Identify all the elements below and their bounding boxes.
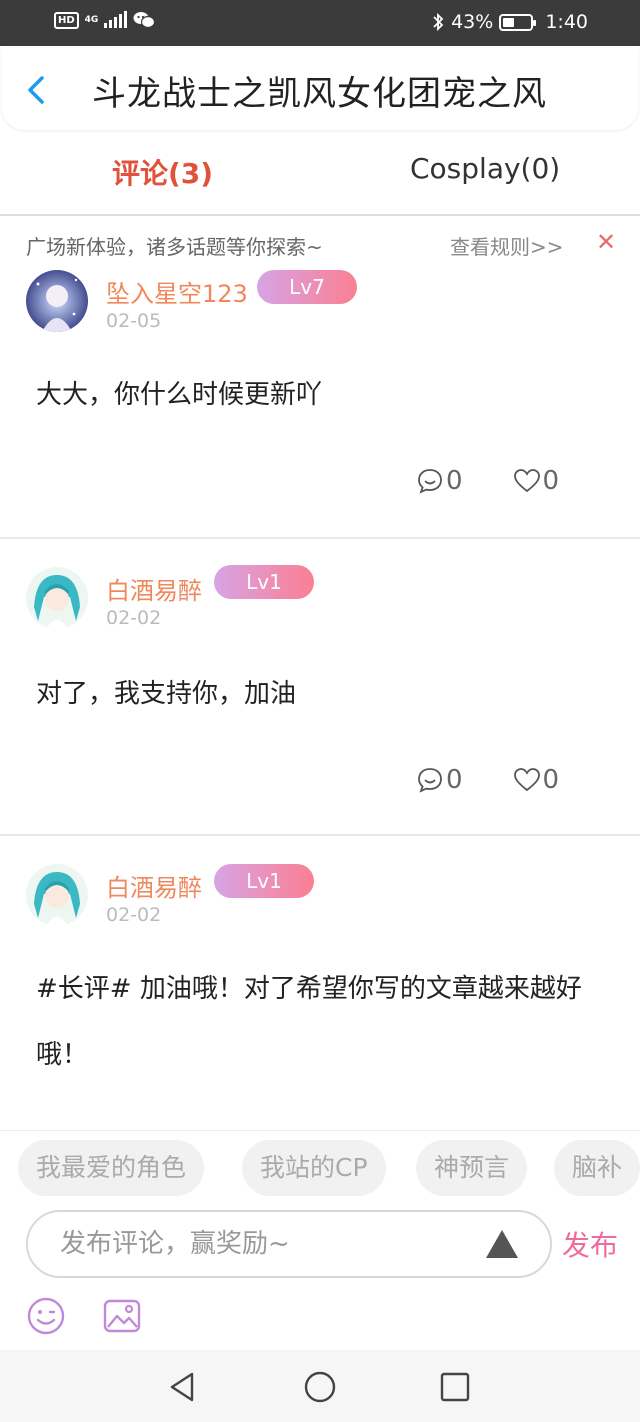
wechat-icon: [133, 11, 156, 29]
battery-percent: 43%: [451, 11, 494, 33]
comment-actions: 0 0: [416, 466, 559, 496]
comment-item: 白酒易醉 Lv1 02-02 #长评# 加油哦！对了希望你写的文章越来越好哦！: [0, 836, 640, 1130]
level-badge: Lv7: [257, 270, 357, 304]
heart-icon: [513, 768, 540, 792]
quick-tag[interactable]: 脑补: [554, 1140, 640, 1196]
reply-count: 0: [446, 466, 463, 496]
username[interactable]: 白酒易醉: [106, 571, 202, 606]
signal-icon: 4G: [84, 14, 99, 25]
network-type: 4G: [84, 14, 99, 25]
avatar[interactable]: [26, 864, 88, 926]
expand-arrow-icon[interactable]: [484, 1228, 520, 1260]
comment-date: 02-02: [106, 904, 162, 926]
quick-tag[interactable]: 神预言: [416, 1140, 528, 1196]
status-left: HD 4G: [54, 11, 156, 29]
page-title: 斗龙战士之凯风女化团宠之风: [92, 74, 547, 114]
quick-tag-bar: 我最爱的角色 我站的CP 神预言 脑补: [0, 1130, 640, 1204]
status-time: 1:40: [545, 11, 588, 33]
comment-text: 大大，你什么时候更新吖: [36, 380, 323, 410]
comment-input-wrap: [26, 1210, 552, 1278]
tab-bar: 评论(3) Cosplay(0): [0, 140, 640, 216]
like-count: 0: [542, 765, 560, 795]
like-count: 0: [542, 466, 560, 496]
signal-bars-icon: [104, 11, 128, 28]
comment-composer: 发布: [0, 1204, 640, 1350]
image-icon[interactable]: [102, 1296, 142, 1336]
quick-tag[interactable]: 我站的CP: [242, 1140, 386, 1196]
comment-icon: [418, 768, 442, 793]
comment-date: 02-05: [106, 310, 162, 332]
comment-text: #长评# 加油哦！对了希望你写的文章越来越好哦！: [36, 974, 582, 1070]
tab-cosplay[interactable]: Cosplay(0): [410, 152, 560, 185]
comment-input[interactable]: [60, 1224, 460, 1264]
status-bar: HD 4G 43% 1:40: [0, 0, 640, 46]
nav-recents-icon[interactable]: [438, 1370, 472, 1404]
like-button[interactable]: 0: [513, 466, 560, 496]
status-right: 43% 1:40: [431, 11, 588, 33]
chevron-left-icon: [28, 76, 44, 104]
system-nav-bar: [0, 1350, 640, 1422]
avatar[interactable]: [26, 270, 88, 332]
battery-level-fill: [503, 17, 515, 27]
header-bar: 斗龙战士之凯风女化团宠之风: [2, 48, 638, 130]
avatar[interactable]: [26, 567, 88, 629]
back-button[interactable]: [24, 75, 48, 105]
level-badge: Lv1: [214, 565, 314, 599]
hd-icon: HD: [54, 11, 79, 29]
close-notice-button[interactable]: ✕: [596, 228, 616, 256]
reply-count: 0: [446, 765, 463, 795]
nav-back-icon[interactable]: [166, 1370, 200, 1404]
comment-text: 对了，我支持你，加油: [36, 679, 297, 709]
comment-actions: 0 0: [416, 765, 559, 795]
tab-comments[interactable]: 评论(3): [112, 152, 213, 192]
username[interactable]: 坠入星空123: [106, 274, 248, 309]
reply-button[interactable]: 0: [416, 466, 463, 496]
comment-item: 坠入星空123 Lv7 02-05 大大，你什么时候更新吖 0 0: [0, 266, 640, 538]
quick-tag[interactable]: 我最爱的角色: [18, 1140, 205, 1196]
heart-icon: [513, 469, 540, 493]
level-badge: Lv1: [214, 864, 314, 898]
username[interactable]: 白酒易醉: [106, 868, 202, 903]
comment-icon: [418, 469, 442, 494]
view-rules-link[interactable]: 查看规则>>: [450, 231, 564, 260]
emoji-icon[interactable]: [26, 1296, 66, 1336]
battery-icon: [499, 13, 537, 31]
notice-text: 广场新体验，诸多话题等你探索~: [26, 235, 323, 259]
publish-button[interactable]: 发布: [562, 1224, 618, 1264]
comment-date: 02-02: [106, 607, 162, 629]
comment-item: 白酒易醉 Lv1 02-02 对了，我支持你，加油 0 0: [0, 539, 640, 835]
nav-home-icon[interactable]: [303, 1370, 337, 1404]
reply-button[interactable]: 0: [416, 765, 463, 795]
like-button[interactable]: 0: [513, 765, 560, 795]
notice-banner: 广场新体验，诸多话题等你探索~ 查看规则>> ✕: [0, 218, 640, 266]
bluetooth-icon: [431, 12, 445, 32]
